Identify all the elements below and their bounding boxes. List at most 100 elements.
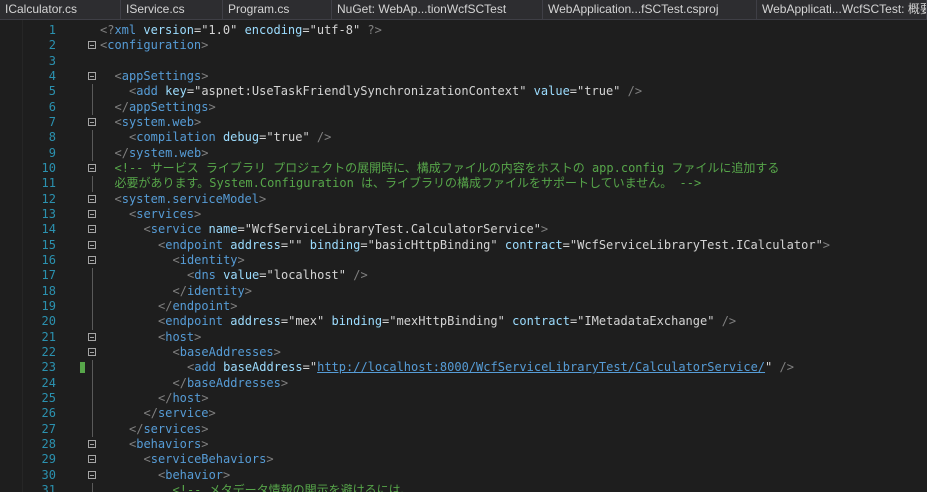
xml-bracket: > — [201, 421, 209, 436]
code-line[interactable]: 4 <appSettings> — [0, 69, 927, 84]
xml-bracket: /> — [620, 84, 643, 99]
code-line[interactable]: 26 </service> — [0, 406, 927, 422]
xml-tag-name: appSettings — [121, 68, 202, 83]
code-line[interactable]: 17 <dns value="localhost" /> — [0, 268, 927, 284]
line-number: 14 — [41, 222, 56, 237]
xml-attribute-name: contract — [504, 237, 563, 252]
code-line[interactable]: 21 <host> — [0, 330, 927, 345]
line-number: 28 — [41, 436, 56, 451]
code-line[interactable]: 19 </endpoint> — [0, 298, 927, 315]
collapse-icon[interactable] — [88, 163, 96, 172]
code-text: </appSettings> — [115, 100, 216, 115]
line-number: 27 — [41, 421, 56, 436]
xml-attribute-name: binding — [331, 314, 383, 329]
outline-guide — [92, 145, 93, 161]
line-number: 19 — [41, 298, 56, 313]
xml-quote: " — [309, 23, 317, 37]
document-tab[interactable]: IService.cs — [121, 0, 223, 19]
code-line[interactable]: 6 </appSettings> — [0, 99, 927, 115]
xml-quote: " — [244, 222, 252, 237]
collapse-icon[interactable] — [88, 225, 96, 234]
line-number: 10 — [41, 160, 56, 175]
code-line[interactable]: 28 <behaviors> — [0, 437, 927, 452]
xml-bracket: > — [230, 298, 238, 313]
code-text: <identity> — [173, 253, 245, 268]
xml-tag-name: host — [165, 329, 195, 344]
collapse-icon[interactable] — [88, 41, 96, 50]
url-link[interactable]: http://localhost:8000/WcfServiceLibraryT… — [317, 360, 765, 374]
line-number: 8 — [48, 130, 56, 145]
code-line[interactable]: 14 <service name="WcfServiceLibraryTest.C… — [0, 222, 927, 237]
document-tab[interactable]: NuGet: WebAp...tionWcfSCTest — [332, 0, 543, 19]
line-number: 3 — [48, 53, 56, 68]
collapse-icon[interactable] — [88, 117, 96, 126]
outline-guide — [92, 298, 93, 315]
code-line[interactable]: 10 <!-- サービス ライブラリ プロジェクトの展開時に、構成ファイルの内容を… — [0, 161, 927, 176]
collapse-icon[interactable] — [88, 470, 96, 479]
code-text: </service> — [144, 406, 216, 421]
document-tab[interactable]: WebApplication...fSCTest.csproj — [543, 0, 757, 19]
code-line[interactable]: 18 </identity> — [0, 283, 927, 299]
code-text: <appSettings> — [115, 69, 209, 84]
code-line[interactable]: 20 <endpoint address="mex" binding="mexHt… — [0, 314, 927, 330]
line-number: 18 — [41, 283, 56, 298]
code-text: <behavior> — [158, 468, 230, 483]
collapse-icon[interactable] — [88, 332, 96, 341]
xml-bracket: > — [208, 99, 216, 114]
code-line[interactable]: 7 <system.web> — [0, 115, 927, 130]
code-line[interactable]: 23 <add baseAddress="http://localhost:800… — [0, 360, 927, 376]
line-number: 30 — [41, 467, 56, 482]
code-editor[interactable]: 1 <?xml version="1.0" encoding="utf-8" ?>… — [0, 20, 927, 492]
outline-guide — [92, 176, 93, 192]
document-tab[interactable]: Program.cs — [223, 0, 332, 19]
xml-equals: = — [302, 23, 310, 37]
xml-bracket: </ — [172, 283, 187, 298]
code-line[interactable]: 24 </baseAddresses> — [0, 375, 927, 391]
document-tab[interactable]: ICalculator.cs — [0, 0, 121, 19]
code-line[interactable]: 15 <endpoint address="" binding="basicHtt… — [0, 238, 927, 253]
xml-bracket: < — [114, 191, 122, 206]
collapse-icon[interactable] — [88, 255, 96, 264]
code-line[interactable]: 1 <?xml version="1.0" encoding="utf-8" ?> — [0, 23, 927, 38]
code-line[interactable]: 25 </host> — [0, 390, 927, 407]
xml-attribute-name: address — [230, 314, 281, 329]
xml-tag-name: behavior — [165, 467, 224, 482]
code-line[interactable]: 3 — [0, 54, 927, 69]
code-text: <add key="aspnet:UseTaskFriendlySynchron… — [129, 84, 642, 99]
code-line[interactable]: 12 <system.serviceModel> — [0, 192, 927, 207]
code-line[interactable]: 16 <identity> — [0, 253, 927, 268]
code-line[interactable]: 2 <configuration> — [0, 38, 927, 53]
code-line[interactable]: 30 <behavior> — [0, 468, 927, 483]
collapse-icon[interactable] — [88, 71, 96, 80]
xml-bracket: > — [237, 252, 245, 267]
code-line[interactable]: 22 <baseAddresses> — [0, 345, 927, 360]
code-text: <compilation debug="true" /> — [129, 130, 331, 145]
line-number: 23 — [41, 360, 56, 375]
xml-attribute-value: WcfServiceLibraryTest.CalculatorService — [251, 222, 534, 237]
collapse-icon[interactable] — [88, 455, 96, 464]
code-line[interactable]: 13 <services> — [0, 207, 927, 222]
code-line[interactable]: 31 <!-- メタデータ情報の開示を避けるには、 — [0, 482, 927, 492]
line-number: 29 — [41, 452, 56, 467]
xml-tag-name: endpoint — [165, 314, 224, 329]
code-line[interactable]: 27 </services> — [0, 421, 927, 437]
xml-tag-name: services — [143, 421, 202, 436]
collapse-icon[interactable] — [88, 347, 96, 356]
collapse-icon[interactable] — [88, 194, 96, 203]
code-line[interactable]: 11 必要があります。System.Configuration は、ライブラリの構… — [0, 176, 927, 192]
collapse-icon[interactable] — [88, 439, 96, 448]
code-line[interactable]: 5 <add key="aspnet:UseTaskFriendlySynchro… — [0, 84, 927, 100]
code-line[interactable]: 8 <compilation debug="true" /> — [0, 130, 927, 146]
xml-attribute-name: value — [533, 84, 570, 99]
xml-tag-name: endpoint — [165, 237, 224, 252]
line-number: 25 — [41, 390, 56, 405]
code-line[interactable]: 29 <serviceBehaviors> — [0, 452, 927, 467]
code-line[interactable]: 9 </system.web> — [0, 145, 927, 161]
collapse-icon[interactable] — [88, 240, 96, 249]
document-tab[interactable]: WebApplicati...WcfSCTest: 概要 — [757, 0, 927, 19]
code-text: </identity> — [173, 284, 252, 299]
xml-bracket: </ — [172, 375, 187, 390]
collapse-icon[interactable] — [88, 209, 96, 218]
xml-tag-name: baseAddresses — [179, 344, 274, 359]
xml-attribute-name: binding — [309, 237, 361, 252]
